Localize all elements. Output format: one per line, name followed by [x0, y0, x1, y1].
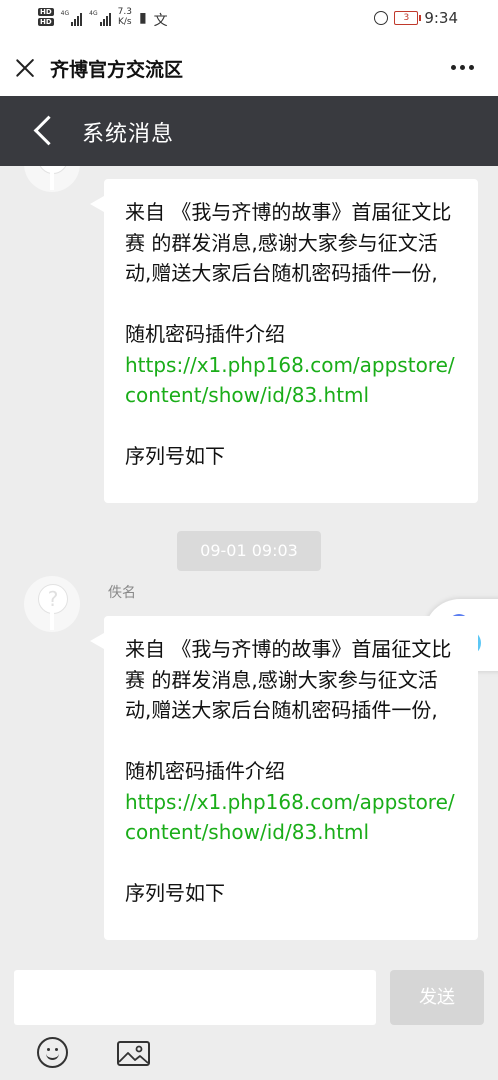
avatar[interactable]: ? [24, 166, 80, 192]
message-link[interactable]: https://x1.php168.com/appstore/content/s… [125, 787, 458, 848]
message-input[interactable] [14, 970, 376, 1025]
signal-icon: 4G [89, 10, 111, 26]
title-bar: 齐博官方交流区 [0, 38, 498, 96]
message-intro: 随机密码插件介绍 [125, 322, 285, 346]
signal-icon: 4G [60, 10, 83, 26]
chat-area[interactable]: ? 来自 《我与齐博的故事》首届征文比赛 的群发消息,感谢大家参与征文活动,赠送… [0, 166, 498, 966]
speed-value: 7.3 [117, 7, 132, 17]
message-footer: 序列号如下 [125, 881, 225, 905]
network-type: 4G [60, 10, 70, 17]
alarm-icon [374, 11, 389, 25]
battery-icon: 3 [394, 11, 422, 25]
send-button[interactable]: 发送 [390, 970, 484, 1025]
close-icon[interactable] [14, 57, 36, 79]
page-header: 系统消息 [0, 96, 498, 166]
smiley-icon[interactable] [37, 1037, 68, 1068]
avatar[interactable]: ? [24, 576, 80, 632]
input-bar: 发送 [0, 966, 498, 1080]
image-icon[interactable] [117, 1041, 150, 1066]
more-icon[interactable] [451, 65, 474, 70]
message-text: 来自 《我与齐博的故事》首届征文比赛 的群发消息,感谢大家参与征文活动,赠送大家… [125, 637, 452, 722]
status-bar: HD HD 4G 4G 7.3 K/s ▮ 文 3 9:34 [0, 0, 498, 38]
message-link[interactable]: https://x1.php168.com/appstore/content/s… [125, 350, 458, 411]
status-left: HD HD 4G 4G 7.3 K/s ▮ 文 [38, 6, 168, 30]
network-type: 4G [89, 10, 98, 17]
status-right: 3 9:34 [374, 9, 458, 27]
message-bubble[interactable]: 来自 《我与齐博的故事》首届征文比赛 的群发消息,感谢大家参与征文活动,赠送大家… [90, 616, 478, 940]
hd-indicator: HD HD [38, 8, 54, 26]
hd-badge: HD [38, 18, 54, 26]
network-speed: 7.3 K/s [118, 7, 132, 27]
translate-icon: 文 [153, 13, 168, 29]
message-intro: 随机密码插件介绍 [125, 759, 285, 783]
avatar-placeholder-icon: ? [38, 584, 68, 614]
back-icon[interactable] [33, 115, 64, 146]
clock: 9:34 [424, 9, 458, 27]
page-title: 系统消息 [82, 122, 175, 147]
speed-unit: K/s [117, 17, 132, 27]
message-timestamp: 09-01 09:03 [177, 531, 321, 571]
message-footer: 序列号如下 [125, 444, 225, 468]
message-bubble[interactable]: 来自 《我与齐博的故事》首届征文比赛 的群发消息,感谢大家参与征文活动,赠送大家… [90, 179, 478, 503]
sim-icon: ▮ [138, 10, 147, 26]
hd-badge: HD [38, 8, 54, 16]
sender-name: 佚名 [108, 585, 136, 601]
message-text: 来自 《我与齐博的故事》首届征文比赛 的群发消息,感谢大家参与征文活动,赠送大家… [125, 200, 452, 285]
app-title: 齐博官方交流区 [50, 59, 184, 81]
